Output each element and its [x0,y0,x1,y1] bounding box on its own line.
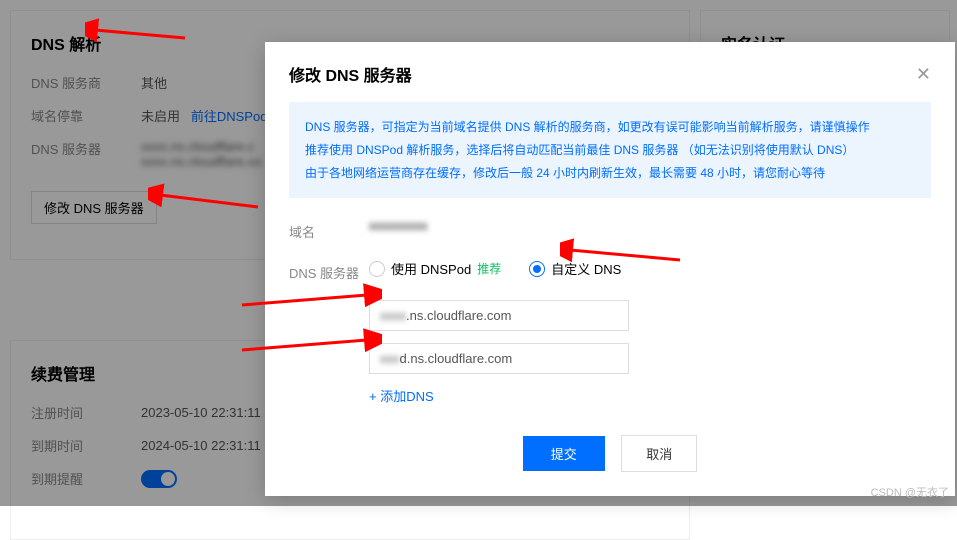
domain-row: 域名 xxxxxxxxx [265,218,955,241]
modal-footer: 提交 取消 [265,435,955,472]
watermark: CSDN @无衣了 [871,484,949,500]
modal-header: 修改 DNS 服务器 ✕ [265,42,955,102]
submit-button[interactable]: 提交 [523,436,605,471]
close-icon[interactable]: ✕ [916,64,931,85]
radio-custom[interactable]: 自定义 DNS [529,259,621,278]
dns-input-1[interactable]: xxxx.ns.cloudflare.com [369,300,629,331]
info-line-1: DNS 服务器，可指定为当前域名提供 DNS 解析的服务商，如更改有误可能影响当… [305,116,915,139]
radio-circle-icon [369,261,385,277]
radio-circle-checked-icon [529,261,545,277]
radio-dnspod-label: 使用 DNSPod [391,259,471,278]
info-line-2: 推荐使用 DNSPod 解析服务，选择后将自动匹配当前最佳 DNS 服务器 （如… [305,139,915,162]
radio-custom-label: 自定义 DNS [551,259,621,278]
modify-dns-modal: 修改 DNS 服务器 ✕ DNS 服务器，可指定为当前域名提供 DNS 解析的服… [265,42,955,496]
dns-inputs-group: xxxx.ns.cloudflare.com xxxd.ns.cloudflar… [369,300,955,374]
dns-server-radio-row: DNS 服务器 使用 DNSPod 推荐 自定义 DNS [265,259,955,282]
dns-radio-label: DNS 服务器 [289,259,369,282]
recommend-badge: 推荐 [477,260,501,277]
add-dns-button[interactable]: + 添加DNS [369,386,955,405]
dns-input-2[interactable]: xxxd.ns.cloudflare.com [369,343,629,374]
radio-group: 使用 DNSPod 推荐 自定义 DNS [369,259,931,278]
radio-dnspod[interactable]: 使用 DNSPod 推荐 [369,259,501,278]
info-line-3: 由于各地网络运营商存在缓存，修改后一般 24 小时内刷新生效，最长需要 48 小… [305,162,915,185]
info-notice: DNS 服务器，可指定为当前域名提供 DNS 解析的服务商，如更改有误可能影响当… [289,102,931,198]
domain-value: xxxxxxxxx [369,218,931,233]
cancel-button[interactable]: 取消 [621,435,697,472]
modal-title: 修改 DNS 服务器 [289,62,412,86]
domain-label: 域名 [289,218,369,241]
